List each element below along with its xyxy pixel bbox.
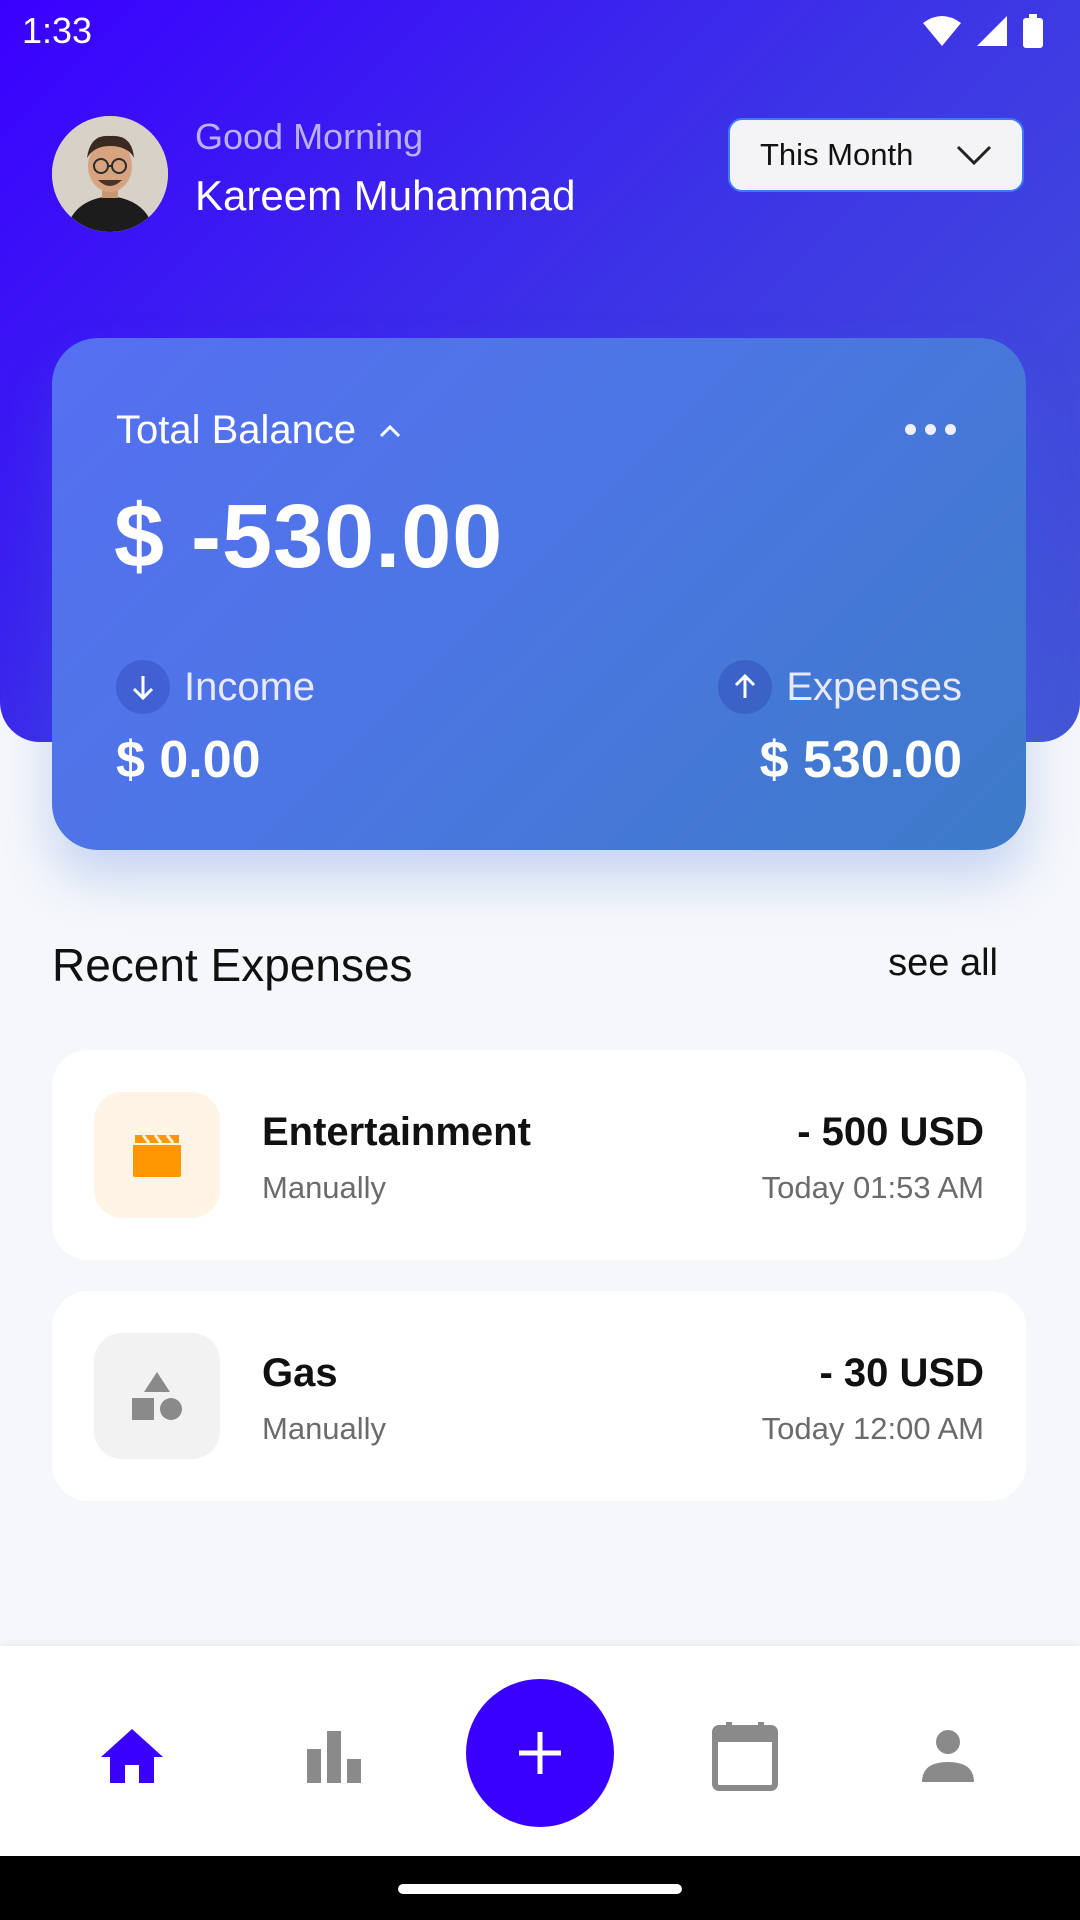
- chevron-up-icon: [380, 424, 401, 437]
- avatar[interactable]: [52, 116, 168, 232]
- battery-icon: [1023, 14, 1043, 48]
- home-gesture-bar[interactable]: [398, 1884, 682, 1894]
- plus-icon: [519, 1732, 561, 1774]
- period-dropdown-value: This Month: [760, 137, 914, 172]
- recent-expenses-title: Recent Expenses: [52, 939, 413, 991]
- clapperboard-icon: [133, 1134, 181, 1177]
- wifi-icon: [923, 16, 961, 46]
- status-bar: 1:33: [0, 0, 1080, 64]
- balance-card: Total Balance $ -530.00 Income $ 0.00 Ex…: [52, 338, 1026, 850]
- expense-method: Manually: [262, 1411, 387, 1446]
- income-label-text: Income: [184, 664, 316, 709]
- nav-home[interactable]: [92, 1716, 172, 1796]
- expenses-value: $ 530.00: [759, 731, 962, 789]
- income-label: Income: [116, 660, 315, 714]
- balance-amount: $ -530.00: [114, 487, 504, 587]
- user-name: Kareem Muhammad: [195, 172, 576, 219]
- person-icon: [922, 1730, 974, 1782]
- signal-icon: [977, 16, 1007, 46]
- avatar-image: [52, 116, 168, 232]
- gesture-navigation-area: [0, 1856, 1080, 1920]
- period-dropdown[interactable]: This Month: [728, 118, 1024, 192]
- nav-calendar[interactable]: [705, 1716, 785, 1796]
- expenses-label-text: Expenses: [786, 664, 962, 709]
- bottom-navigation: [0, 1646, 1080, 1856]
- total-balance-label: Total Balance: [116, 408, 357, 452]
- expense-method: Manually: [262, 1170, 387, 1205]
- calendar-icon: [712, 1722, 778, 1791]
- expense-icon-box: [94, 1333, 220, 1459]
- expense-item[interactable]: Gas Manually - 30 USD Today 12:00 AM: [52, 1291, 1026, 1501]
- expense-time: Today 12:00 AM: [761, 1411, 984, 1446]
- nav-stats[interactable]: [294, 1716, 374, 1796]
- expense-amount: - 30 USD: [819, 1351, 985, 1395]
- more-options-icon[interactable]: [905, 424, 956, 435]
- arrow-down-icon: [116, 660, 170, 714]
- nav-profile[interactable]: [908, 1716, 988, 1796]
- arrow-up-icon: [718, 660, 773, 714]
- expense-category: Gas: [262, 1351, 338, 1395]
- balance-label-toggle[interactable]: Total Balance: [116, 408, 402, 453]
- status-icons: [922, 14, 1044, 48]
- income-value: $ 0.00: [116, 731, 261, 789]
- bar-chart-icon: [307, 1731, 361, 1783]
- expense-time: Today 01:53 AM: [761, 1170, 984, 1205]
- status-time: 1:33: [22, 10, 93, 51]
- expenses-label: Expenses: [718, 660, 962, 714]
- chevron-down-icon: [956, 145, 992, 166]
- shapes-icon: [132, 1372, 182, 1420]
- expense-icon-box: [94, 1092, 220, 1218]
- expense-category: Entertainment: [262, 1110, 531, 1154]
- home-icon: [101, 1729, 163, 1783]
- expense-amount: - 500 USD: [797, 1110, 984, 1154]
- add-expense-button[interactable]: [466, 1679, 614, 1827]
- greeting-text: Good Morning: [195, 116, 424, 157]
- expense-item[interactable]: Entertainment Manually - 500 USD Today 0…: [52, 1050, 1026, 1260]
- see-all-link[interactable]: see all: [888, 942, 998, 985]
